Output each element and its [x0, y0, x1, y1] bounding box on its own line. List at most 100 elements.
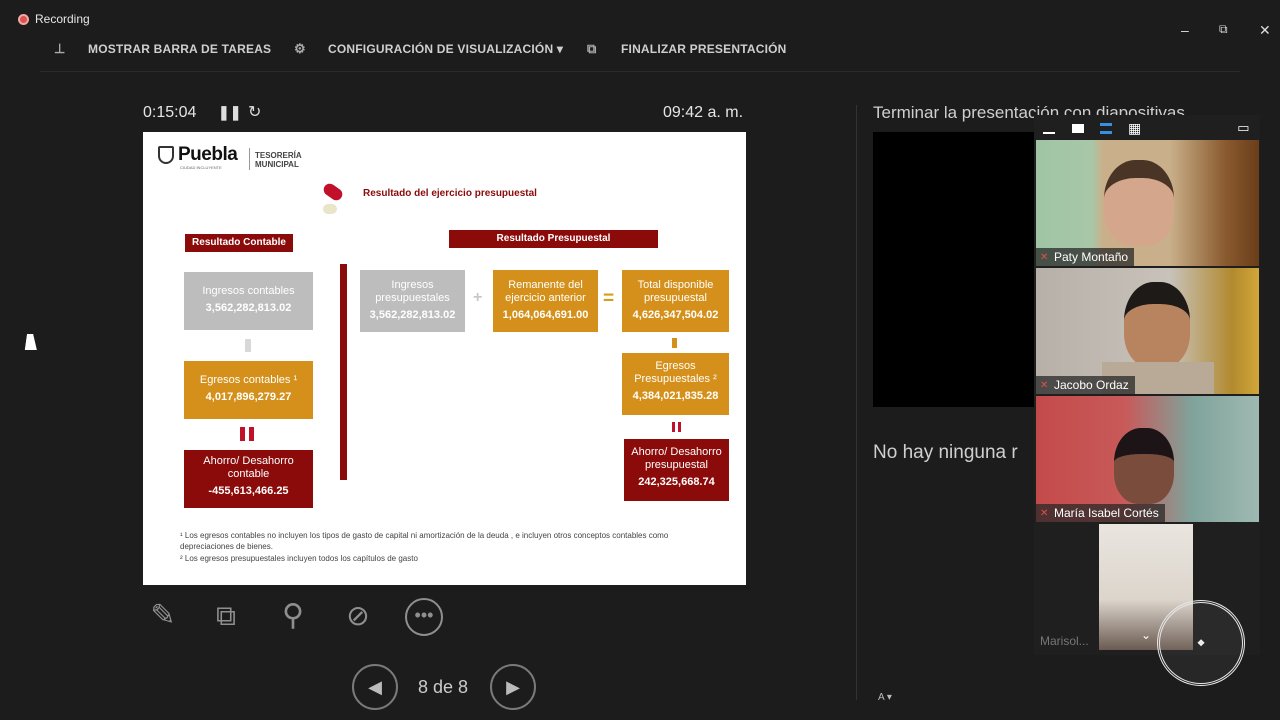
slide-vertical-divider — [340, 264, 347, 480]
speaker-view-icon[interactable] — [1100, 122, 1112, 134]
restore-button[interactable]: ⧉ — [1219, 22, 1228, 37]
municipal-seal-logo: ❖ — [1157, 600, 1245, 686]
reset-timer-icon[interactable]: ↻ — [248, 102, 261, 122]
more-options-icon[interactable]: ••• — [405, 598, 443, 636]
toolbar-divider — [40, 71, 1240, 72]
participant-video-1 — [1104, 160, 1174, 246]
display-settings-label: CONFIGURACIÓN DE VISUALIZACIÓN ▾ — [328, 42, 564, 56]
equals-bar-right — [249, 427, 254, 441]
logo-name: Puebla — [178, 144, 238, 165]
muted-mic-icon: ✕ — [1040, 251, 1049, 263]
total-disponible-label: Total disponible presupuestal — [637, 279, 714, 304]
panel-divider — [856, 105, 857, 700]
participant-nameplate: Marisol... — [1036, 632, 1095, 650]
current-slide: Puebla CIUDAD INCLUYENTE TESORERÍA MUNIC… — [143, 132, 746, 585]
equals-bar-left — [240, 427, 245, 441]
presupuestal-egresos-box: Egresos Presupuestales ² 4,384,021,835.2… — [622, 353, 729, 415]
taskbar-icon: ⊥ — [54, 41, 66, 56]
recording-label: Recording — [35, 12, 90, 26]
slide-counter: 8 de 8 — [418, 677, 469, 697]
contable-egresos-box: Egresos contables ¹ 4,017,896,279.27 — [184, 361, 313, 419]
close-button[interactable]: ✕ — [1259, 22, 1271, 39]
contable-ingresos-box: Ingresos contables 3,562,282,813.02 — [184, 272, 313, 330]
presupuestal-egresos-value: 4,384,021,835.28 — [632, 390, 719, 402]
magnifier-icon[interactable]: ⚲ — [275, 598, 311, 634]
total-disponible-box: Total disponible presupuestal 4,626,347,… — [622, 270, 729, 332]
contable-egresos-label: Egresos contables ¹ — [199, 374, 298, 386]
presupuestal-ahorro-value: 242,325,668.74 — [638, 476, 715, 488]
remanente-label: Remanente del ejercicio anterior — [505, 279, 586, 304]
contable-ahorro-box: Ahorro/ Desahorro contable -455,613,466.… — [184, 450, 313, 508]
participant-nameplate: ✕ María Isabel Cortés — [1036, 504, 1165, 522]
display-settings-icon: ⚙ — [294, 41, 306, 56]
total-disponible-value: 4,626,347,504.02 — [632, 309, 719, 321]
gallery-view-icon[interactable]: ▦ — [1128, 120, 1141, 137]
notes-font-size-icon[interactable]: A ▾ — [878, 692, 892, 703]
puebla-shield-icon — [158, 146, 174, 164]
participant-nameplate: ✕ Paty Montaño — [1036, 248, 1135, 266]
next-slide-icon[interactable]: ▶ — [490, 664, 536, 710]
muted-mic-icon: ✕ — [1040, 507, 1049, 519]
presupuestal-header: Resultado Presupuestal — [449, 230, 658, 248]
black-screen-icon[interactable]: ⊘ — [340, 598, 376, 634]
plus-sign-icon: + — [473, 289, 483, 306]
pause-timer-icon[interactable]: ❚❚ — [218, 104, 241, 121]
title-pill-shadow — [323, 204, 337, 214]
muted-mic-icon: ✕ — [1040, 379, 1049, 391]
contable-egresos-value: 4,017,896,279.27 — [205, 391, 292, 403]
elapsed-timer: 0:15:04 — [143, 104, 197, 121]
participant-tile[interactable]: ✕ María Isabel Cortés — [1036, 396, 1259, 522]
participant-video-3 — [1114, 428, 1174, 504]
slides-grid-icon[interactable]: ⧉ — [208, 598, 244, 634]
participant-video-2 — [1124, 282, 1190, 368]
presupuestal-ahorro-box: Ahorro/ Desahorro presupuestal 242,325,6… — [624, 439, 729, 501]
equals-bar-p-right — [678, 422, 681, 432]
scroll-down-icon[interactable]: ⌄ — [1141, 628, 1151, 642]
participant-tile[interactable]: ✕ Paty Montaño — [1036, 140, 1259, 266]
footnote-2: ² Los egresos presupuestales incluyen to… — [180, 554, 418, 563]
logo-dept-2: MUNICIPAL — [255, 160, 299, 169]
mouse-cursor-icon — [24, 334, 40, 350]
end-presentation-icon: ⧉ — [587, 41, 597, 56]
presupuestal-ingresos-value: 3,562,282,813.02 — [369, 309, 456, 321]
recording-indicator: Recording — [18, 12, 90, 26]
footnote-1: ¹ Los egresos contables no incluyen los … — [180, 531, 669, 551]
show-taskbar-label: MOSTRAR BARRA DE TAREAS — [88, 42, 272, 56]
participant-name: Paty Montaño — [1054, 250, 1129, 264]
title-pill-icon — [321, 181, 345, 203]
end-presentation-button[interactable]: ⧉ FINALIZAR PRESENTACIÓN — [587, 41, 787, 57]
logo-divider — [249, 148, 250, 170]
participant-name: Marisol... — [1040, 634, 1089, 648]
presupuestal-egresos-label: Egresos Presupuestales ² — [634, 360, 717, 385]
presupuestal-ingresos-box: Ingresos presupuestales 3,562,282,813.02 — [360, 270, 465, 332]
contable-ahorro-label: Ahorro/ Desahorro contable — [203, 455, 294, 480]
presenter-toolbar: Recording – ⧉ ✕ ⊥ MOSTRAR BARRA DE TAREA… — [0, 0, 1280, 72]
presupuestal-ahorro-label: Ahorro/ Desahorro presupuestal — [631, 446, 722, 471]
minimize-gallery-icon[interactable] — [1043, 132, 1055, 134]
exit-fullscreen-icon[interactable]: ▭ — [1237, 120, 1249, 136]
minus-sign-icon — [245, 339, 251, 352]
display-settings-button[interactable]: ⚙ CONFIGURACIÓN DE VISUALIZACIÓN ▾ — [294, 41, 564, 57]
record-icon — [18, 13, 29, 25]
logo-sub: CIUDAD INCLUYENTE — [180, 165, 222, 170]
gallery-toolbar: ▦ ▭ — [1037, 118, 1259, 138]
participant-tile[interactable]: ✕ Jacobo Ordaz — [1036, 268, 1259, 394]
pen-icon[interactable]: ✎ — [145, 598, 181, 634]
no-notes-text: No hay ninguna r — [873, 442, 1018, 463]
minus-sign-orange-icon — [672, 338, 677, 348]
contable-ingresos-label: Ingresos contables — [202, 285, 295, 297]
end-presentation-label: FINALIZAR PRESENTACIÓN — [621, 42, 787, 56]
participant-name: María Isabel Cortés — [1054, 506, 1159, 520]
participant-nameplate: ✕ Jacobo Ordaz — [1036, 376, 1135, 394]
show-taskbar-button[interactable]: ⊥ MOSTRAR BARRA DE TAREAS — [54, 41, 272, 57]
next-slide-preview — [873, 132, 1043, 407]
contable-ingresos-value: 3,562,282,813.02 — [205, 302, 292, 314]
hide-video-icon[interactable] — [1072, 123, 1084, 133]
remanente-box: Remanente del ejercicio anterior 1,064,0… — [493, 270, 598, 332]
minimize-button[interactable]: – — [1181, 22, 1189, 38]
slide-title: Resultado del ejercicio presupuestal — [363, 188, 537, 199]
remanente-value: 1,064,064,691.00 — [502, 309, 589, 321]
participant-name: Jacobo Ordaz — [1054, 378, 1129, 392]
previous-slide-icon[interactable]: ◀ — [352, 664, 398, 710]
contable-ahorro-value: -455,613,466.25 — [208, 485, 289, 497]
